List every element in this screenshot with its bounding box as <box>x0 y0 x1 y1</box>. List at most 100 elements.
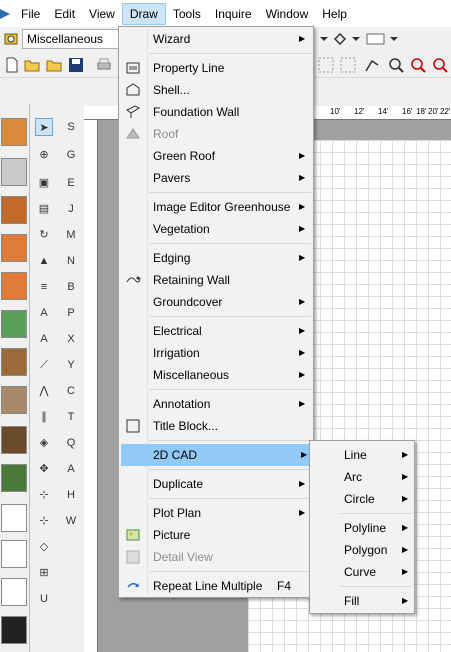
layer-icon[interactable] <box>3 31 19 47</box>
menu-item-foundation-wall[interactable]: Foundation Wall <box>119 101 313 123</box>
menu-help[interactable]: Help <box>315 3 354 25</box>
library-item-icon[interactable] <box>1 464 27 492</box>
tool-a-icon[interactable]: A <box>62 460 80 478</box>
tool-h-icon[interactable]: H <box>62 486 80 504</box>
group-icon[interactable]: ⊞ <box>35 564 53 582</box>
menu-item-image-editor-greenhouse[interactable]: Image Editor Greenhouse ▶ <box>119 196 313 218</box>
zoom-out-icon[interactable] <box>432 57 448 73</box>
cad-item-line[interactable]: Line ▶ <box>310 444 414 466</box>
cad-item-fill[interactable]: Fill ▶ <box>310 590 414 612</box>
cad-item-polygon[interactable]: Polygon ▶ <box>310 539 414 561</box>
select-tool-icon[interactable] <box>364 57 380 73</box>
cad-item-curve[interactable]: Curve ▶ <box>310 561 414 583</box>
menu-view[interactable]: View <box>82 3 122 25</box>
menu-item-repeat-line-multiple[interactable]: Repeat Line Multiple F4 <box>119 575 313 597</box>
grid-snap-icon[interactable] <box>340 57 356 73</box>
tool-s-icon[interactable]: S <box>62 118 80 136</box>
menu-item-title-block[interactable]: Title Block... <box>119 415 313 437</box>
node-icon[interactable]: ◇ <box>35 538 53 556</box>
library-item-icon[interactable] <box>1 272 27 300</box>
library-item-icon[interactable] <box>1 234 27 262</box>
zoom-in-plus-icon[interactable] <box>388 57 404 73</box>
layer-combo[interactable]: Miscellaneous <box>22 29 119 49</box>
open-folder-icon[interactable] <box>46 57 62 73</box>
cad-item-circle[interactable]: Circle ▶ <box>310 488 414 510</box>
menu-inquire[interactable]: Inquire <box>208 3 259 25</box>
library-item-icon[interactable] <box>1 310 27 338</box>
parallel-icon[interactable]: ∥ <box>35 408 53 426</box>
library-item-icon[interactable] <box>1 386 27 414</box>
menu-edit[interactable]: Edit <box>47 3 82 25</box>
menu-window[interactable]: Window <box>259 3 316 25</box>
menu-file[interactable]: File <box>14 3 47 25</box>
menu-item-vegetation[interactable]: Vegetation ▶ <box>119 218 313 240</box>
save-icon[interactable] <box>68 57 84 73</box>
menu-item-shell[interactable]: Shell... <box>119 79 313 101</box>
library-item-icon[interactable] <box>1 540 27 568</box>
dimension-icon[interactable]: ⟋ <box>35 356 53 374</box>
cad-item-arc[interactable]: Arc ▶ <box>310 466 414 488</box>
menu-item-retaining-wall[interactable]: Retaining Wall <box>119 269 313 291</box>
library-item-icon[interactable] <box>1 616 27 644</box>
tool-b-icon[interactable]: B <box>62 278 80 296</box>
text-line-icon[interactable]: A <box>35 330 53 348</box>
menu-item-edging[interactable]: Edging ▶ <box>119 247 313 269</box>
menu-tools[interactable]: Tools <box>166 3 208 25</box>
menu-item-annotation[interactable]: Annotation ▶ <box>119 393 313 415</box>
steps-icon[interactable]: ≡ <box>35 278 53 296</box>
menu-item-property-line[interactable]: Property Line <box>119 57 313 79</box>
print-icon[interactable] <box>96 57 112 73</box>
chevron-down-icon[interactable] <box>348 31 364 47</box>
library-item-icon[interactable] <box>1 504 27 532</box>
tool-j-icon[interactable]: J <box>62 200 80 218</box>
cad-item-polyline[interactable]: Polyline ▶ <box>310 517 414 539</box>
menu-item-picture[interactable]: Picture <box>119 524 313 546</box>
zoom-icon[interactable]: ⊕ <box>35 146 53 164</box>
tool-g-icon[interactable]: G <box>62 146 80 164</box>
new-file-icon[interactable] <box>4 57 20 73</box>
library-item-icon[interactable] <box>1 578 27 606</box>
menu-item-plot-plan[interactable]: Plot Plan ▶ <box>119 502 313 524</box>
menu-draw[interactable]: Draw <box>121 2 166 25</box>
tool-t-icon[interactable]: T <box>62 408 80 426</box>
menu-item-wizard[interactable]: Wizard ▶ <box>119 28 313 50</box>
dropdown-arrow-icon[interactable] <box>316 31 332 47</box>
menu-item-groundcover[interactable]: Groundcover ▶ <box>119 291 313 313</box>
fill-bucket-icon[interactable] <box>332 31 348 47</box>
text-icon[interactable]: A <box>35 304 53 322</box>
library-item-icon[interactable] <box>1 426 27 454</box>
menu-item-2d-cad[interactable]: 2D CAD ▶ <box>121 444 311 466</box>
terrain-icon[interactable]: ▲ <box>35 252 53 270</box>
tool-c-icon[interactable]: C <box>62 382 80 400</box>
move-icon[interactable]: ✥ <box>35 460 53 478</box>
library-item-icon[interactable] <box>1 196 27 224</box>
node-icon[interactable]: ⊹ <box>35 512 53 530</box>
polyline-icon[interactable]: ⋀ <box>35 382 53 400</box>
color-swatch-icon[interactable] <box>366 31 386 47</box>
select-arrow-icon[interactable]: ➤ <box>35 118 53 136</box>
menu-item-duplicate[interactable]: Duplicate ▶ <box>119 473 313 495</box>
tool-x-icon[interactable]: X <box>62 330 80 348</box>
tool-w-icon[interactable]: W <box>62 512 80 530</box>
tool-n-icon[interactable]: N <box>62 252 80 270</box>
library-item-icon[interactable] <box>1 158 27 186</box>
tool-y-icon[interactable]: Y <box>62 356 80 374</box>
rotate-icon[interactable]: ↻ <box>35 226 53 244</box>
chevron-down-icon[interactable] <box>386 31 402 47</box>
grid-snap-icon[interactable] <box>318 57 334 73</box>
tool-m-icon[interactable]: M <box>62 226 80 244</box>
node-icon[interactable]: ⊹ <box>35 486 53 504</box>
library-item-icon[interactable] <box>1 118 27 146</box>
zoom-in-icon[interactable] <box>410 57 426 73</box>
tool-e-icon[interactable]: E <box>62 174 80 192</box>
tool-q-icon[interactable]: Q <box>62 434 80 452</box>
bucket-icon[interactable]: ◈ <box>35 434 53 452</box>
layers-icon[interactable]: ▤ <box>35 200 53 218</box>
open-folder-icon[interactable] <box>24 57 40 73</box>
tool-p-icon[interactable]: P <box>62 304 80 322</box>
marquee-icon[interactable]: ▣ <box>35 174 53 192</box>
menu-item-miscellaneous[interactable]: Miscellaneous ▶ <box>119 364 313 386</box>
menu-item-irrigation[interactable]: Irrigation ▶ <box>119 342 313 364</box>
library-item-icon[interactable] <box>1 348 27 376</box>
menu-item-pavers[interactable]: Pavers ▶ <box>119 167 313 189</box>
